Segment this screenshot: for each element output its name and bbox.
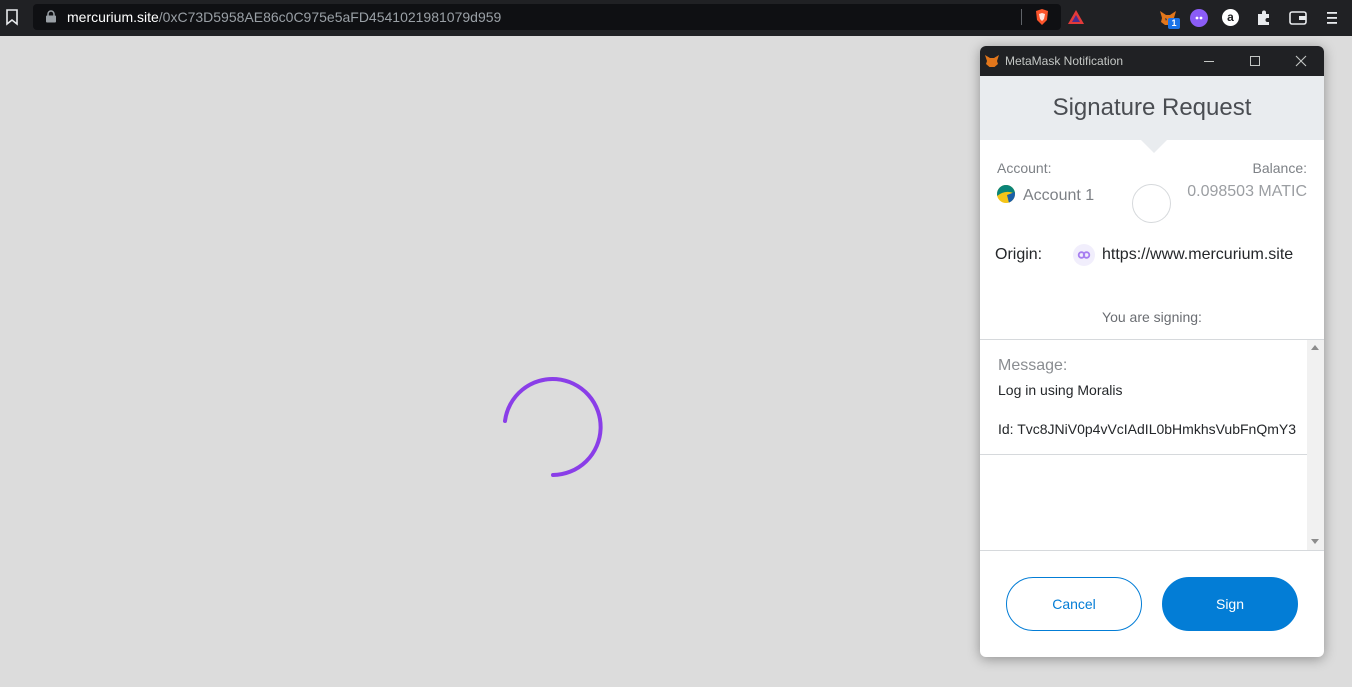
- header-notch: [1141, 140, 1167, 153]
- puzzle-icon[interactable]: [1254, 8, 1274, 28]
- origin-url: https://www.mercurium.site: [1102, 246, 1294, 263]
- message-heading: Message:: [998, 357, 1068, 374]
- address-bar[interactable]: mercurium.site/0xC73D5958AE86c0C975e5aFD…: [33, 4, 1084, 30]
- page-title: Signature Request: [1052, 94, 1252, 121]
- ghost-icon[interactable]: [1190, 9, 1208, 27]
- network-icon: [1132, 184, 1171, 223]
- message-box[interactable]: Message: Log in using Moralis Id: Tvc8JN…: [980, 339, 1324, 551]
- metamask-fox-icon: [984, 53, 1000, 69]
- balance-value: 0.098503 MATIC: [1187, 183, 1307, 200]
- brave-rewards-icon[interactable]: [1067, 9, 1085, 25]
- message-text: Log in using Moralis: [998, 382, 1123, 398]
- url-path: /0xC73D5958AE86c0C975e5aFD4541021981079d…: [158, 9, 502, 25]
- spinner-arc: [503, 377, 603, 477]
- message-id: Id: Tvc8JNiV0p4vVcIAdIL0bHmkhsVubFnQmY3: [998, 421, 1297, 437]
- scroll-up-arrow-icon[interactable]: [1311, 345, 1319, 350]
- wallet-icon[interactable]: [1288, 8, 1308, 28]
- metamask-notification-window: MetaMask Notification Signature Request …: [980, 46, 1324, 657]
- balance-label: Balance:: [1252, 160, 1307, 176]
- menu-icon[interactable]: [1322, 8, 1342, 28]
- metamask-fox-icon[interactable]: 1: [1158, 8, 1180, 29]
- message-content: Message: Log in using Moralis Id: Tvc8JN…: [980, 340, 1307, 455]
- a-icon[interactable]: a: [1222, 9, 1239, 26]
- bookmark-icon[interactable]: [4, 8, 20, 26]
- window-titlebar[interactable]: MetaMask Notification: [980, 46, 1324, 76]
- loading-spinner: [500, 374, 606, 480]
- message-scrollbar[interactable]: [1307, 340, 1324, 550]
- url-text[interactable]: mercurium.site/0xC73D5958AE86c0C975e5aFD…: [67, 9, 501, 25]
- brave-shield-icon[interactable]: [1034, 8, 1050, 26]
- address-divider: [1021, 9, 1022, 25]
- lock-icon[interactable]: [45, 10, 57, 23]
- account-avatar: [997, 185, 1015, 203]
- request-header: Signature Request: [980, 76, 1324, 140]
- extension-badge: 1: [1168, 18, 1180, 29]
- url-host: mercurium.site: [67, 9, 159, 25]
- maximize-button[interactable]: [1246, 52, 1264, 70]
- close-button[interactable]: [1292, 52, 1310, 70]
- minimize-button[interactable]: [1200, 52, 1218, 70]
- sign-button[interactable]: Sign: [1162, 577, 1298, 631]
- signing-label: You are signing:: [1102, 309, 1202, 325]
- account-name: Account 1: [1023, 187, 1095, 204]
- browser-toolbar: mercurium.site/0xC73D5958AE86c0C975e5aFD…: [0, 0, 1352, 36]
- site-icon: [1073, 244, 1095, 266]
- origin-label: Origin:: [995, 246, 1043, 263]
- cancel-button[interactable]: Cancel: [1006, 577, 1142, 631]
- account-label: Account:: [997, 160, 1052, 176]
- scroll-down-arrow-icon[interactable]: [1311, 539, 1319, 544]
- window-title: MetaMask Notification: [1005, 54, 1124, 68]
